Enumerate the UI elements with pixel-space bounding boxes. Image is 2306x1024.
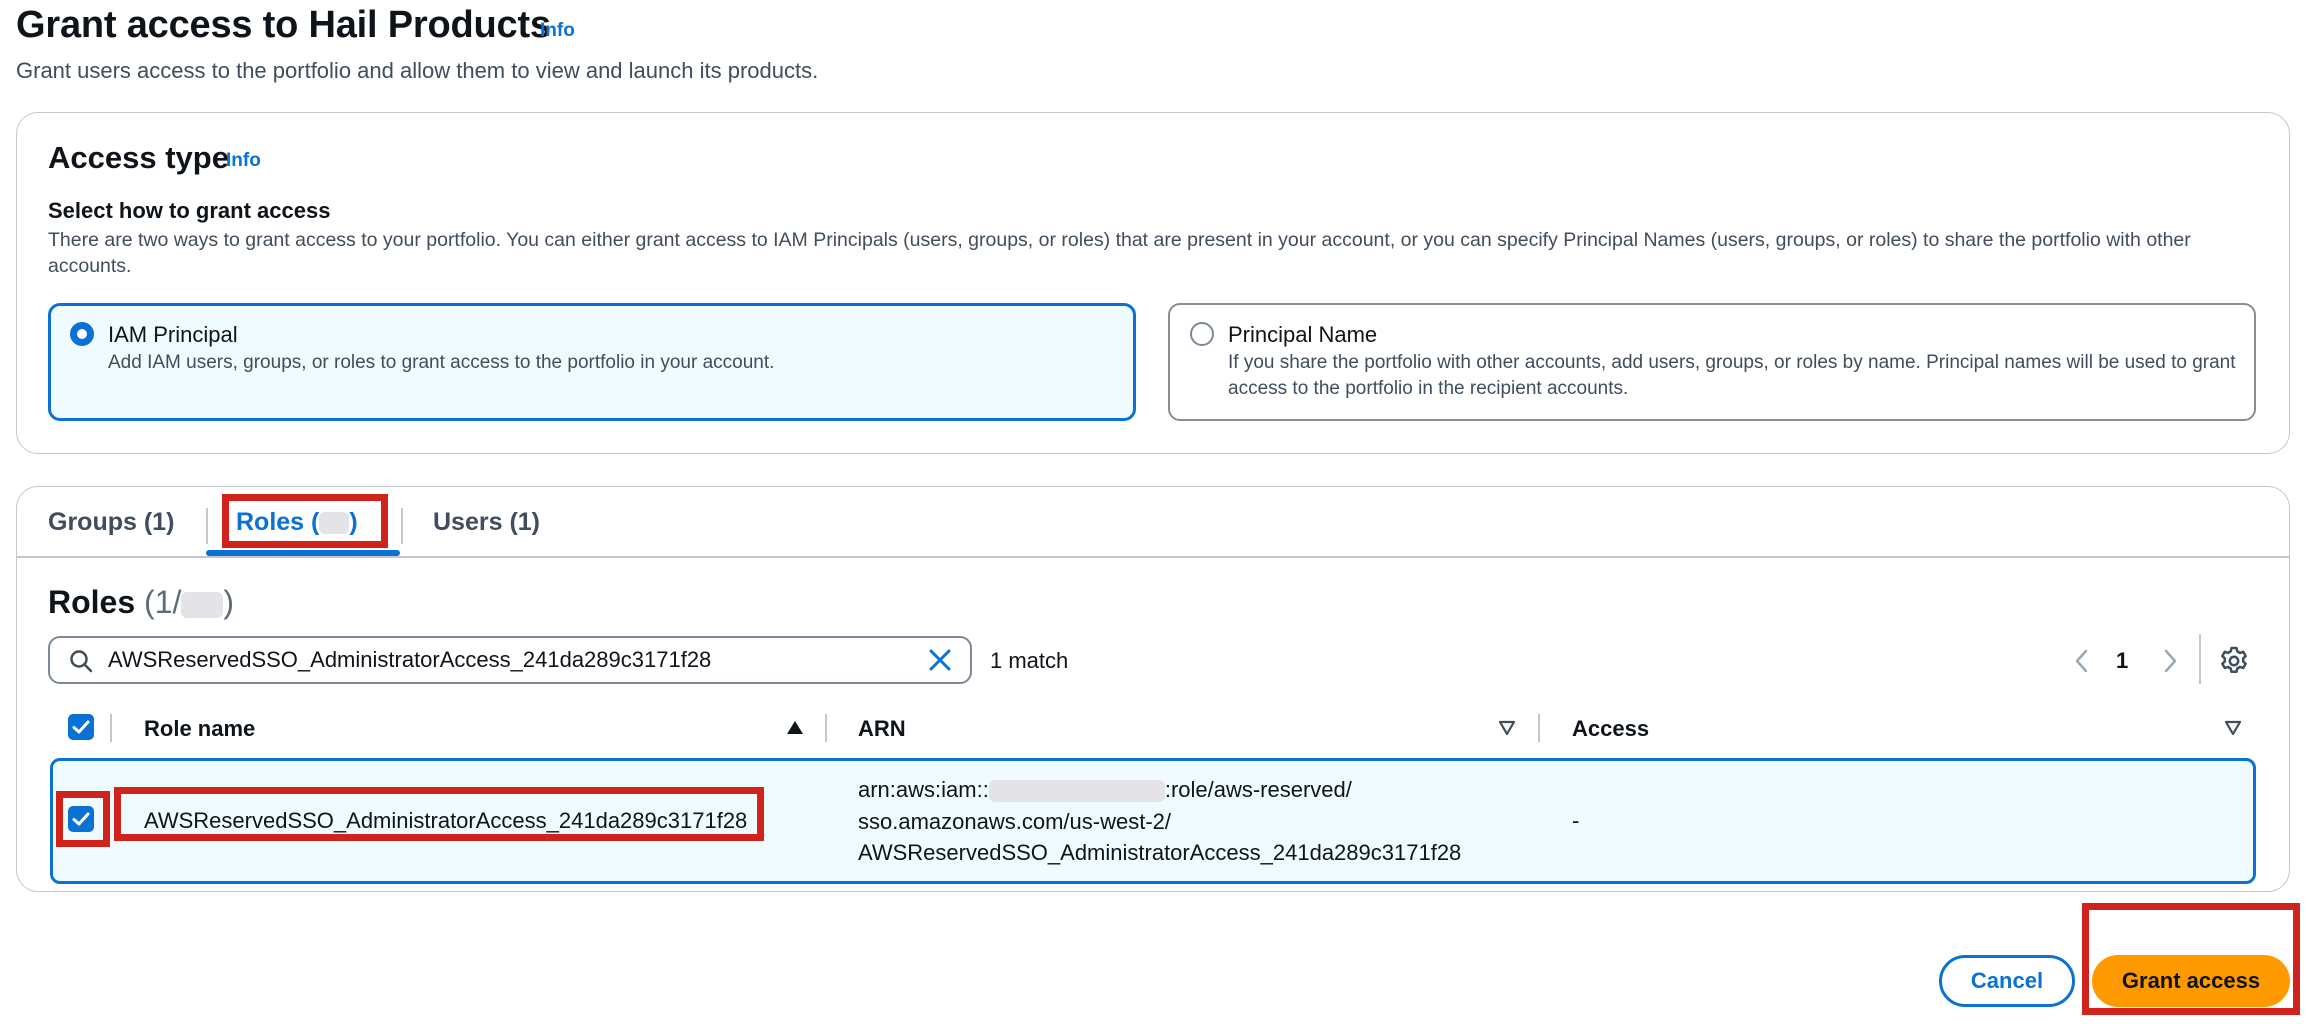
grant-access-button[interactable]: Grant access — [2092, 955, 2290, 1007]
highlight-roles-tab — [222, 494, 388, 548]
highlight-row-checkbox — [56, 791, 110, 847]
search-icon — [70, 650, 93, 673]
roles-count: (1/) — [144, 584, 234, 620]
arn-line-2: sso.amazonaws.com/us-west-2/ — [858, 808, 1171, 834]
arn-prefix: arn:aws:iam:: — [858, 777, 989, 802]
sort-ascending-icon[interactable] — [784, 718, 806, 738]
arn-role-path: :role/aws-reserved/ — [1164, 777, 1352, 802]
access-cell: - — [1572, 808, 1580, 833]
iam-principal-description: Add IAM users, groups, or roles to grant… — [108, 352, 775, 373]
roles-count-suffix: ) — [223, 584, 235, 620]
access-type-info-link[interactable]: Info — [226, 150, 261, 172]
tab-users[interactable]: Users (1) — [433, 508, 540, 537]
redacted-account-id — [988, 780, 1165, 803]
active-tab-indicator — [206, 550, 400, 556]
arn-cell: arn:aws:iam:::role/aws-reserved/ sso.ama… — [858, 774, 1461, 869]
chevron-right-icon[interactable] — [2158, 647, 2182, 675]
sort-icon[interactable] — [1496, 718, 1518, 738]
iam-principal-radio[interactable] — [70, 322, 94, 346]
tabs-divider — [16, 556, 2290, 558]
column-header-arn[interactable]: ARN — [858, 716, 906, 742]
clear-search-icon[interactable] — [926, 646, 954, 674]
pagination-divider — [2199, 634, 2201, 684]
principal-name-radio[interactable] — [1190, 322, 1214, 346]
access-type-title: Access type — [48, 140, 229, 175]
page-description: Grant users access to the portfolio and … — [16, 58, 819, 83]
iam-principal-label: IAM Principal — [108, 322, 238, 347]
redacted-total — [181, 591, 224, 618]
principal-name-label: Principal Name — [1228, 322, 1378, 347]
page-title: Grant access to Hail Products — [16, 4, 551, 46]
arn-line-1: arn:aws:iam:::role/aws-reserved/ — [858, 774, 1461, 806]
chevron-left-icon[interactable] — [2070, 647, 2094, 675]
column-divider — [825, 714, 827, 742]
sort-icon[interactable] — [2222, 718, 2244, 738]
column-header-access[interactable]: Access — [1572, 716, 1649, 742]
cancel-button[interactable]: Cancel — [1939, 955, 2075, 1007]
highlight-role-name — [114, 787, 764, 841]
tab-groups[interactable]: Groups (1) — [48, 508, 174, 537]
column-header-role-name[interactable]: Role name — [144, 716, 255, 742]
tab-divider — [206, 508, 208, 544]
match-count: 1 match — [990, 648, 1069, 673]
tab-divider — [401, 508, 403, 544]
roles-table-title: Roles (1/) — [48, 584, 234, 621]
title-info-link[interactable]: Info — [540, 20, 575, 42]
column-divider — [110, 714, 112, 742]
arn-line-3: AWSReservedSSO_AdministratorAccess_241da… — [858, 840, 1462, 865]
roles-title-label: Roles — [48, 584, 136, 620]
select-all-checkbox[interactable] — [68, 714, 94, 740]
gear-icon[interactable] — [2218, 645, 2250, 677]
principal-name-description: If you share the portfolio with other ac… — [1228, 352, 2236, 399]
page-number[interactable]: 1 — [2116, 648, 2128, 674]
search-input[interactable] — [108, 646, 908, 674]
select-access-label: Select how to grant access — [48, 198, 331, 223]
column-divider — [1538, 714, 1540, 742]
checkmark-icon — [72, 720, 90, 734]
roles-count-prefix: (1/ — [144, 584, 182, 620]
select-access-description: There are two ways to grant access to yo… — [48, 229, 2191, 277]
